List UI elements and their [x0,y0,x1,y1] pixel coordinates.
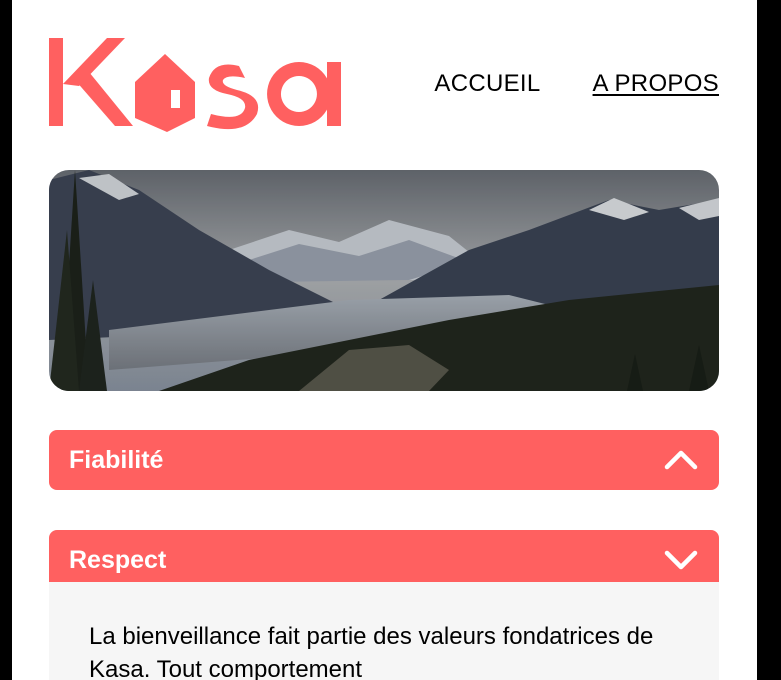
header: ACCUEIL A PROPOS [49,36,719,136]
nav-link-a-propos[interactable]: A PROPOS [593,70,719,98]
chevron-down-icon[interactable] [663,549,699,571]
chevron-up-icon[interactable] [663,449,699,471]
about-page: ACCUEIL A PROPOS Fiabilité Respect La bi… [12,0,757,680]
main-nav: ACCUEIL A PROPOS [434,70,719,98]
kasa-logo[interactable] [49,36,341,132]
collapse-content-respect: La bienveillance fait partie des valeurs… [49,582,719,680]
nav-link-accueil[interactable]: ACCUEIL [434,70,540,98]
collapse-text: La bienveillance fait partie des valeurs… [89,623,654,680]
collapse-fiabilite[interactable]: Fiabilité [49,430,719,490]
collapse-title: Fiabilité [69,445,164,474]
collapse-title: Respect [69,545,167,574]
banner-image [49,170,719,391]
collapse-respect[interactable]: Respect [49,530,719,590]
window-edge [757,0,781,680]
